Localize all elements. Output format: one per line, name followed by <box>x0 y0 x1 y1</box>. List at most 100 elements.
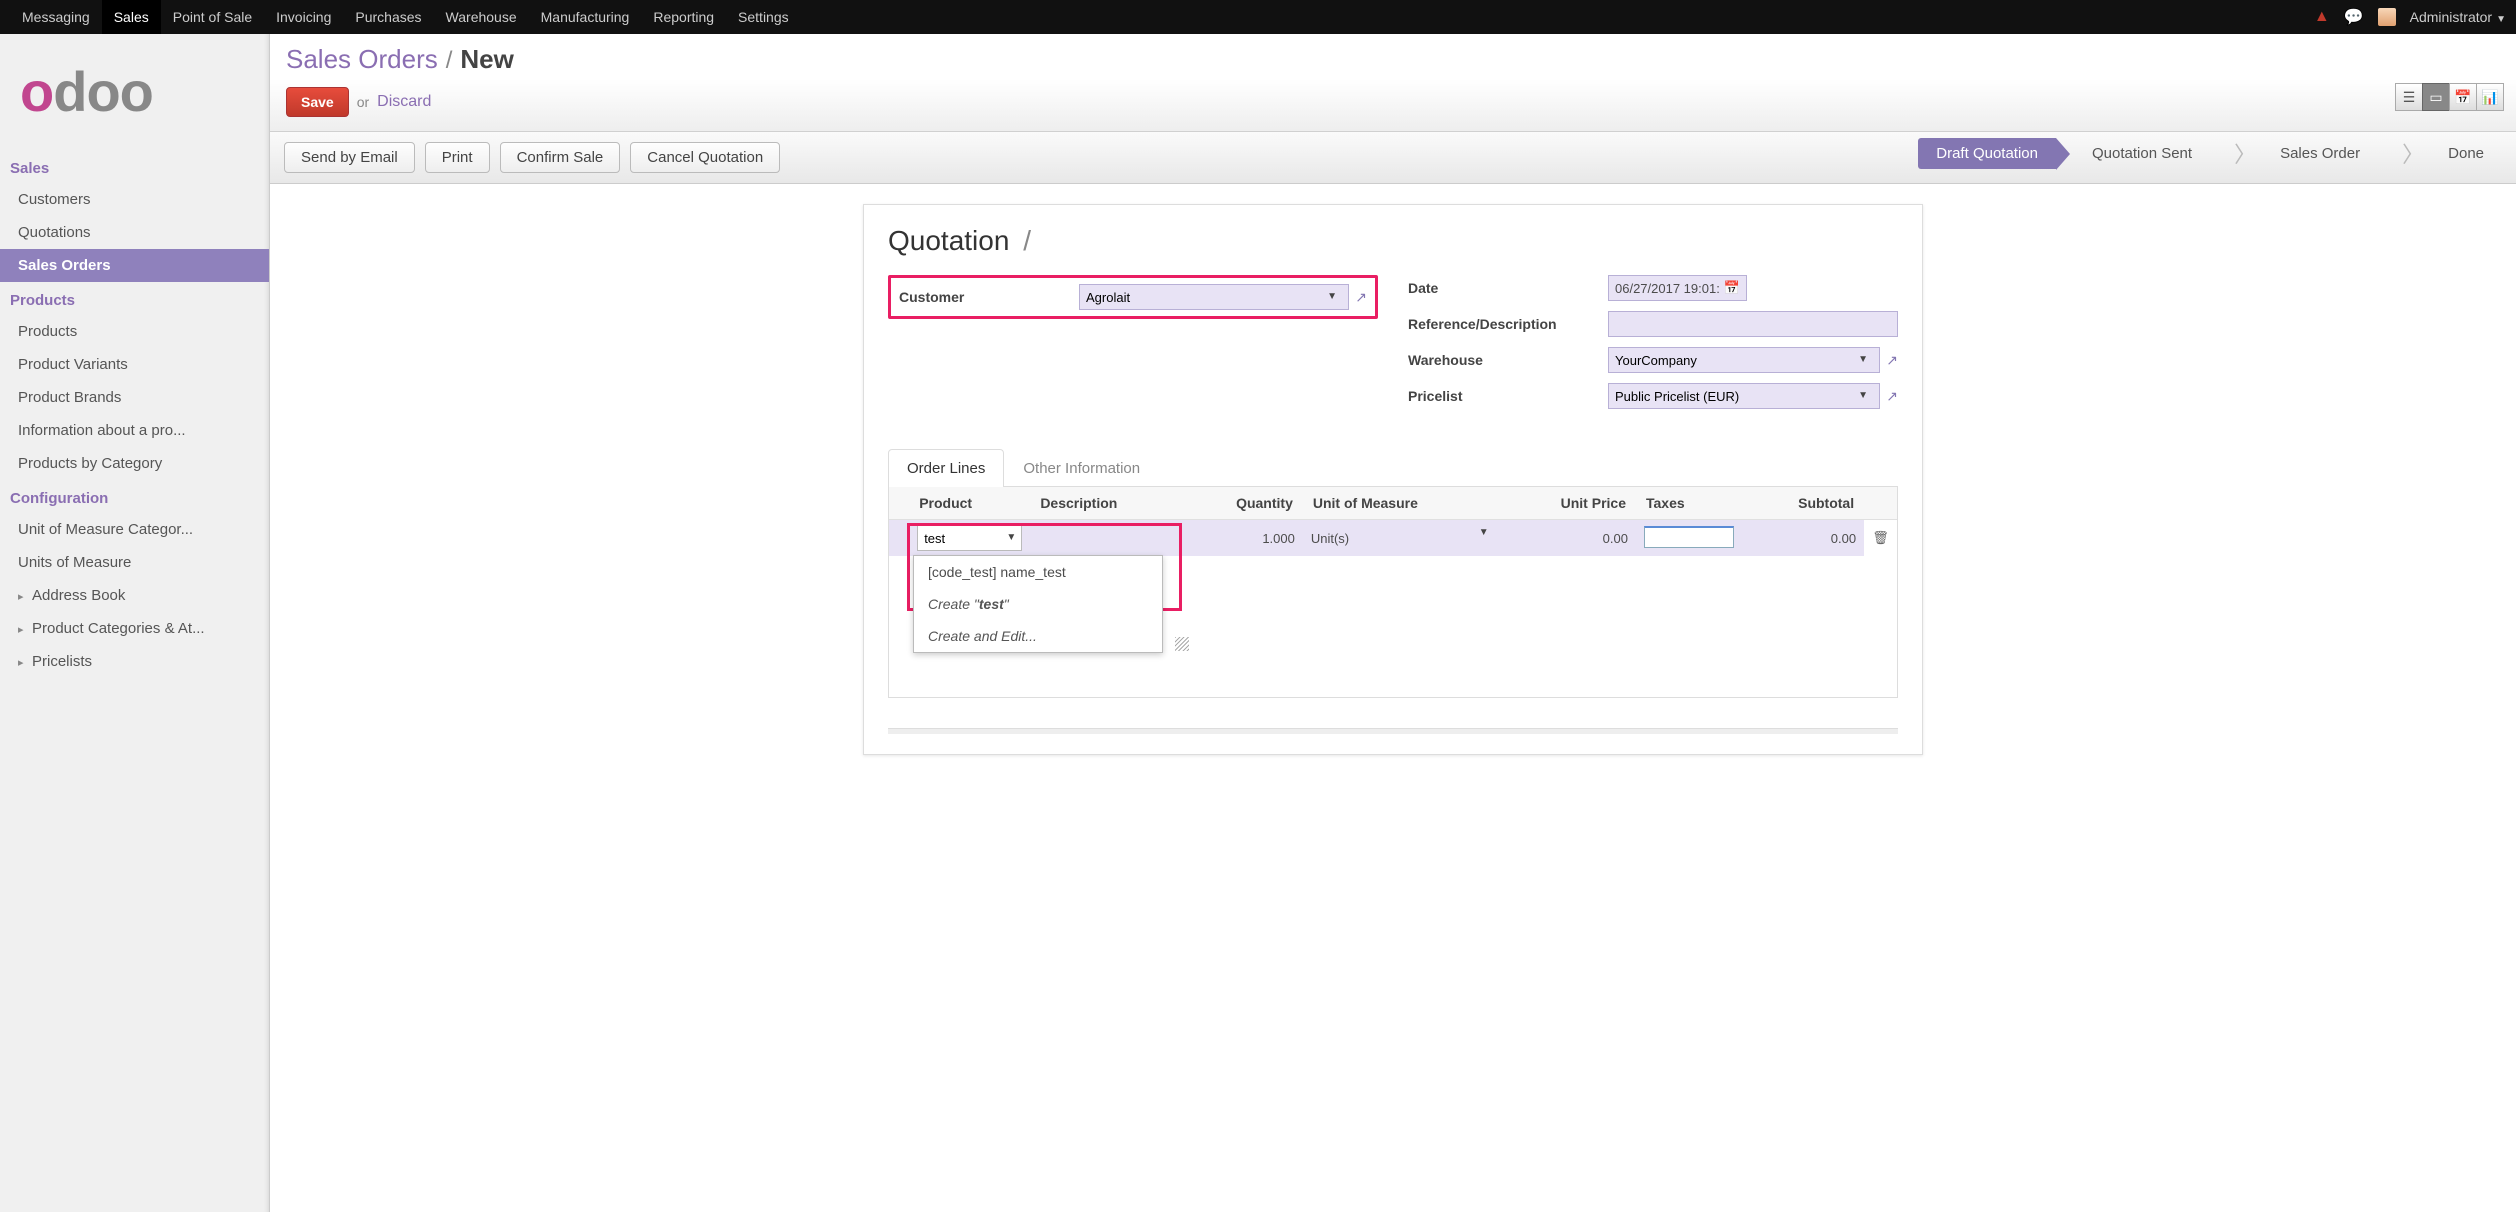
sidebar-item-information[interactable]: Information about a pro... <box>0 414 269 447</box>
sidebar-item-sales-orders[interactable]: Sales Orders <box>0 249 269 282</box>
date-field[interactable]: 06/27/2017 19:01:📅 <box>1608 275 1747 301</box>
nav-reporting[interactable]: Reporting <box>641 0 726 34</box>
breadcrumb: Sales Orders / New <box>270 34 2516 79</box>
view-graph-icon[interactable]: 📊 <box>2476 83 2504 111</box>
side-section-products[interactable]: Products <box>0 286 269 315</box>
wf-draft[interactable]: Draft Quotation <box>1918 138 2056 169</box>
view-form-icon[interactable]: ▭ <box>2422 83 2450 111</box>
sidebar-item-customers[interactable]: Customers <box>0 183 269 216</box>
chevron-down-icon: ▼ <box>1479 527 1489 538</box>
pricelist-label: Pricelist <box>1408 388 1608 404</box>
row-handle[interactable] <box>889 520 909 557</box>
ref-label: Reference/Description <box>1408 316 1608 332</box>
sidebar-item-product-categories[interactable]: Product Categories & At... <box>0 612 269 645</box>
send-email-button[interactable]: Send by Email <box>284 142 415 173</box>
or-text: or <box>357 94 369 110</box>
order-lines: Product Description Quantity Unit of Mea… <box>888 487 1898 698</box>
chevron-icon: 〉 <box>2234 137 2256 169</box>
product-input[interactable] <box>917 525 1022 551</box>
nav-purchases[interactable]: Purchases <box>343 0 433 34</box>
reference-field[interactable] <box>1608 311 1898 337</box>
date-label: Date <box>1408 280 1608 296</box>
discard-link[interactable]: Discard <box>377 93 431 111</box>
workflow-status: Draft Quotation Quotation Sent 〉 Sales O… <box>1918 137 2502 169</box>
view-calendar-icon[interactable]: 📅 <box>2449 83 2477 111</box>
alert-icon[interactable]: ▲ <box>2314 8 2330 26</box>
secondary-bar: Send by Email Print Confirm Sale Cancel … <box>270 132 2516 184</box>
wf-done[interactable]: Done <box>2430 138 2502 169</box>
sidebar-item-product-variants[interactable]: Product Variants <box>0 348 269 381</box>
col-product: Product <box>909 487 1030 520</box>
customer-select[interactable]: Agrolait <box>1079 284 1349 310</box>
taxes-cell[interactable] <box>1644 526 1734 548</box>
dropdown-create[interactable]: Create "test" <box>914 588 1162 620</box>
view-switcher: ☰ ▭ 📅 📊 <box>2396 83 2504 111</box>
col-subtotal: Subtotal <box>1743 487 1864 520</box>
cancel-quotation-button[interactable]: Cancel Quotation <box>630 142 780 173</box>
nav-invoicing[interactable]: Invoicing <box>264 0 343 34</box>
dropdown-create-edit[interactable]: Create and Edit... <box>914 620 1162 652</box>
top-nav: Messaging Sales Point of Sale Invoicing … <box>0 0 2516 34</box>
sidebar-item-pricelists[interactable]: Pricelists <box>0 645 269 678</box>
nav-sales[interactable]: Sales <box>102 0 161 34</box>
breadcrumb-current: New <box>460 44 513 75</box>
customer-highlight: Customer Agrolait ▼ ↗ <box>888 275 1378 319</box>
chat-icon[interactable]: 💬 <box>2344 7 2364 27</box>
subtotal-cell: 0.00 <box>1743 520 1864 557</box>
external-link-icon[interactable]: ↗ <box>1355 289 1367 306</box>
sidebar-item-uom[interactable]: Units of Measure <box>0 546 269 579</box>
sidebar-item-products-category[interactable]: Products by Category <box>0 447 269 480</box>
view-list-icon[interactable]: ☰ <box>2395 83 2423 111</box>
col-quantity: Quantity <box>1182 487 1303 520</box>
side-section-sales[interactable]: Sales <box>0 154 269 183</box>
nav-settings[interactable]: Settings <box>726 0 801 34</box>
top-menu: Messaging Sales Point of Sale Invoicing … <box>10 0 801 34</box>
form-sheet: Quotation / Customer Agrolait ▼ ↗ <box>863 204 1923 755</box>
nav-pos[interactable]: Point of Sale <box>161 0 264 34</box>
footer-divider <box>888 728 1898 734</box>
tab-other-info[interactable]: Other Information <box>1004 449 1159 487</box>
nav-manufacturing[interactable]: Manufacturing <box>529 0 642 34</box>
col-taxes: Taxes <box>1636 487 1743 520</box>
tab-order-lines[interactable]: Order Lines <box>888 449 1004 487</box>
wf-order[interactable]: Sales Order <box>2262 138 2378 169</box>
calendar-icon[interactable]: 📅 <box>1724 280 1740 296</box>
breadcrumb-parent[interactable]: Sales Orders <box>286 44 438 75</box>
quantity-cell[interactable]: 1.000 <box>1182 520 1303 557</box>
nav-messaging[interactable]: Messaging <box>10 0 102 34</box>
sidebar-item-address-book[interactable]: Address Book <box>0 579 269 612</box>
wf-sent[interactable]: Quotation Sent <box>2074 138 2210 169</box>
confirm-sale-button[interactable]: Confirm Sale <box>500 142 621 173</box>
sidebar-item-product-brands[interactable]: Product Brands <box>0 381 269 414</box>
sidebar-item-products[interactable]: Products <box>0 315 269 348</box>
unit-price-cell[interactable]: 0.00 <box>1495 520 1636 557</box>
tabs: Order Lines Other Information <box>888 449 1898 487</box>
product-dropdown: [code_test] name_test Create "test" Crea… <box>913 555 1163 653</box>
uom-cell[interactable]: Unit(s) <box>1311 531 1349 546</box>
external-link-icon[interactable]: ↗ <box>1886 352 1898 369</box>
pricelist-select[interactable]: Public Pricelist (EUR) <box>1608 383 1880 409</box>
warehouse-select[interactable]: YourCompany <box>1608 347 1880 373</box>
sidebar-item-uom-categ[interactable]: Unit of Measure Categor... <box>0 513 269 546</box>
resize-handle-icon[interactable] <box>1175 637 1189 651</box>
avatar <box>2378 8 2396 26</box>
main: Sales Orders / New Save or Discard ☰ ▭ 📅… <box>270 34 2516 1212</box>
side-section-configuration[interactable]: Configuration <box>0 484 269 513</box>
col-unit-price: Unit Price <box>1495 487 1636 520</box>
delete-row-icon[interactable]: 🗑 <box>1864 520 1897 557</box>
chevron-icon: 〉 <box>2402 137 2424 169</box>
dropdown-item[interactable]: [code_test] name_test <box>914 556 1162 588</box>
page-title: Quotation / <box>888 225 1898 257</box>
print-button[interactable]: Print <box>425 142 490 173</box>
user-menu[interactable]: Administrator▼ <box>2410 9 2506 25</box>
logo: odoo <box>0 34 269 154</box>
breadcrumb-sep: / <box>446 47 453 75</box>
sidebar-item-quotations[interactable]: Quotations <box>0 216 269 249</box>
save-button[interactable]: Save <box>286 87 349 117</box>
table-header-row: Product Description Quantity Unit of Mea… <box>889 487 1897 520</box>
nav-warehouse[interactable]: Warehouse <box>434 0 529 34</box>
action-bar: Save or Discard ☰ ▭ 📅 📊 <box>270 79 2516 132</box>
external-link-icon[interactable]: ↗ <box>1886 388 1898 405</box>
table-row: ▼ 1.000 Unit(s) ▼ <box>889 520 1897 557</box>
sidebar: odoo Sales Customers Quotations Sales Or… <box>0 34 270 1212</box>
